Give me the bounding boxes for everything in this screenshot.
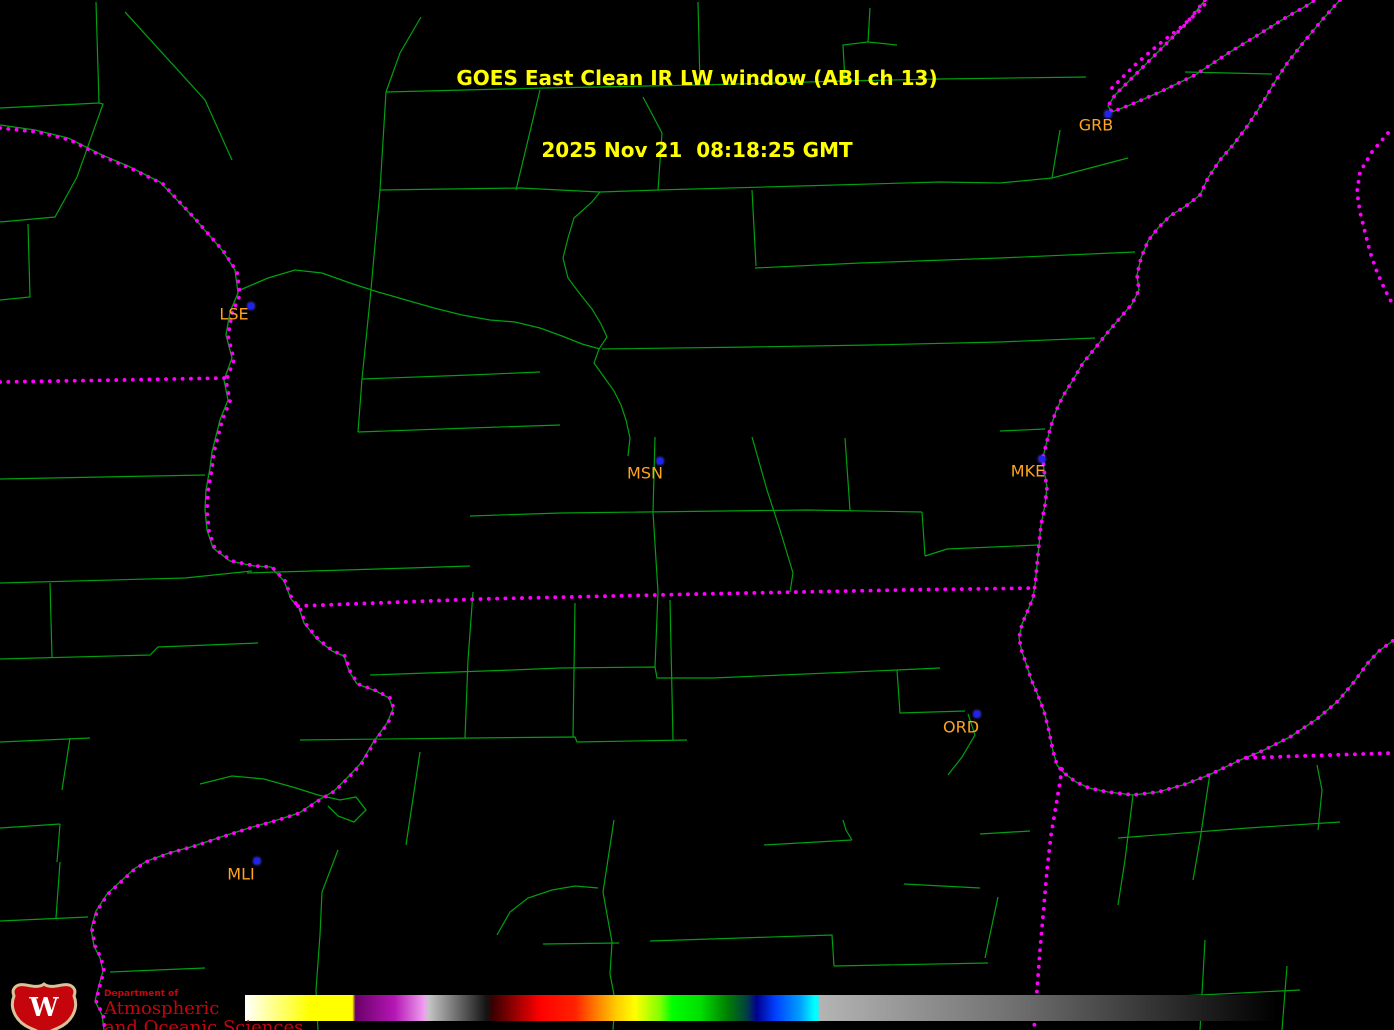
county-line [361, 371, 541, 380]
logo-name-line2: and Oceanic Sciences [104, 1017, 304, 1030]
image-title-line1: GOES East Clean IR LW window (ABI ch 13) [456, 66, 938, 90]
county-line [921, 511, 926, 557]
county-line [464, 591, 474, 739]
county-line [842, 819, 853, 841]
uw-aos-logo: W Department of Atmospheric and Oceanic … [6, 982, 303, 1030]
county-line [896, 669, 966, 714]
county-line [669, 599, 674, 741]
county-line [924, 544, 1039, 557]
county-line [0, 642, 259, 660]
county-line [405, 751, 421, 846]
county-line [999, 428, 1046, 432]
uw-crest-icon: W [10, 982, 78, 1030]
water-outline [0, 124, 394, 1030]
county-line [903, 883, 981, 889]
satellite-image-viewport: GOES East Clean IR LW window (ABI ch 13)… [0, 0, 1394, 1030]
county-line [61, 737, 71, 791]
county-line [357, 189, 381, 433]
state-border-line [1032, 767, 1064, 1030]
county-line [357, 424, 561, 433]
county-line [299, 736, 688, 743]
county-line [562, 191, 631, 457]
county-line [649, 934, 835, 967]
station-dot-mli [254, 858, 260, 864]
county-line [1281, 965, 1288, 1030]
county-line [0, 737, 91, 743]
station-label-mke: MKE [1010, 461, 1046, 481]
county-line [654, 591, 659, 668]
county-line [55, 861, 61, 919]
county-line [0, 223, 31, 301]
county-line [1117, 794, 1134, 906]
county-line [979, 830, 1031, 835]
county-line [754, 251, 1136, 269]
station-dot-lse [248, 303, 254, 309]
county-line [542, 942, 620, 945]
county-line [763, 839, 853, 846]
county-line [0, 570, 253, 584]
county-line [572, 602, 576, 738]
station-dot-ord [974, 711, 980, 717]
state-border-line [0, 126, 397, 1030]
svg-text:W: W [28, 993, 59, 1023]
county-line [109, 967, 206, 973]
county-line [49, 582, 53, 659]
county-line [469, 509, 923, 517]
county-line [369, 667, 561, 676]
county-line [844, 437, 851, 511]
station-label-grb: GRB [1078, 115, 1114, 135]
image-title: GOES East Clean IR LW window (ABI ch 13)… [0, 18, 1394, 210]
state-border-line [296, 586, 1038, 608]
water-outline [239, 269, 601, 350]
county-line [0, 823, 61, 829]
county-line [751, 436, 794, 593]
county-line [0, 916, 89, 922]
image-timestamp: 2025 Nov 21 08:18:25 GMT [541, 138, 853, 162]
station-label-ord: ORD [942, 717, 980, 737]
state-border-line [1245, 751, 1394, 760]
county-line [984, 896, 999, 959]
station-label-mli: MLI [227, 864, 255, 884]
county-line [56, 823, 61, 863]
county-line [0, 474, 206, 480]
county-line [246, 565, 471, 574]
county-line [833, 962, 989, 967]
colorbar [245, 995, 1277, 1021]
county-line [559, 666, 941, 679]
station-label-lse: LSE [219, 304, 249, 324]
station-label-msn: MSN [627, 463, 663, 483]
county-line [1117, 821, 1341, 839]
county-line [601, 337, 1096, 350]
county-line [496, 885, 599, 936]
logo-text: Department of Atmospheric and Oceanic Sc… [104, 989, 304, 1030]
state-border-line [0, 376, 228, 384]
county-line [1192, 772, 1211, 881]
county-line [1316, 764, 1323, 831]
water-outline [199, 775, 367, 823]
